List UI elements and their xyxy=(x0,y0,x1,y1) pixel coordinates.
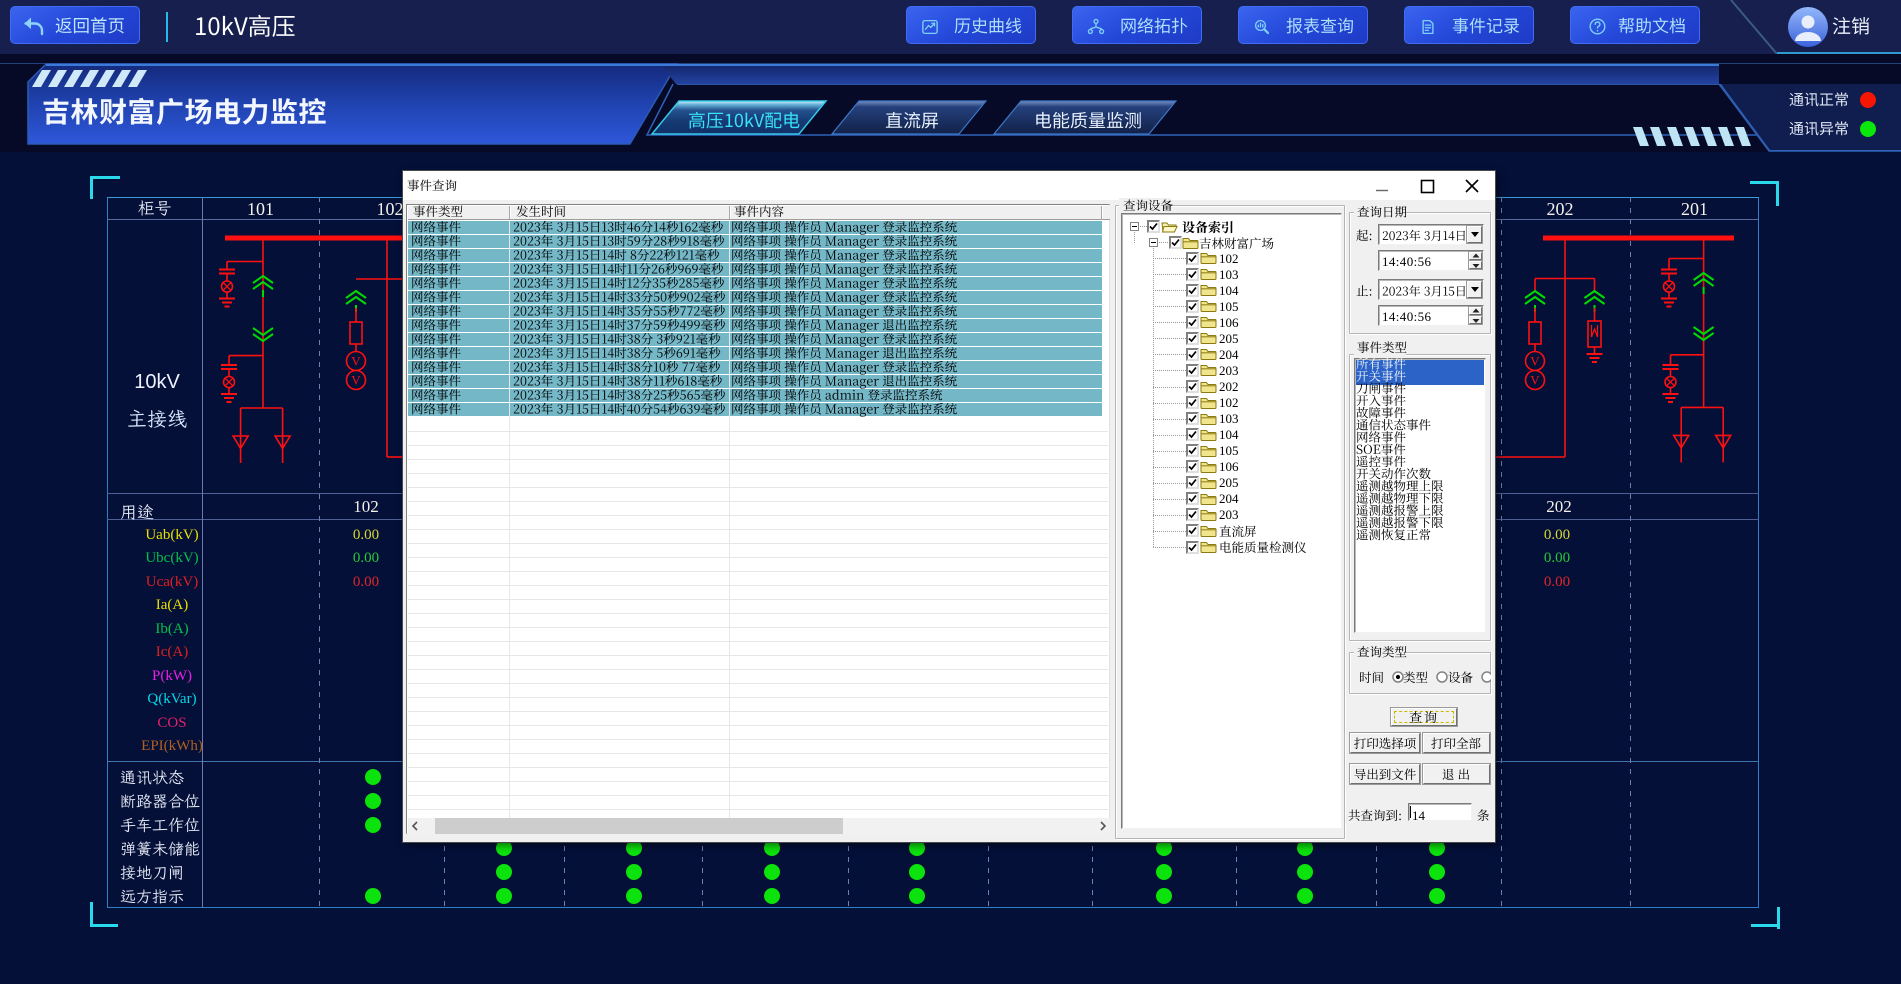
svg-text:V: V xyxy=(351,373,361,388)
svg-text:V: V xyxy=(1530,373,1540,388)
svg-text:V: V xyxy=(351,354,361,369)
svg-text:V: V xyxy=(1530,354,1540,369)
